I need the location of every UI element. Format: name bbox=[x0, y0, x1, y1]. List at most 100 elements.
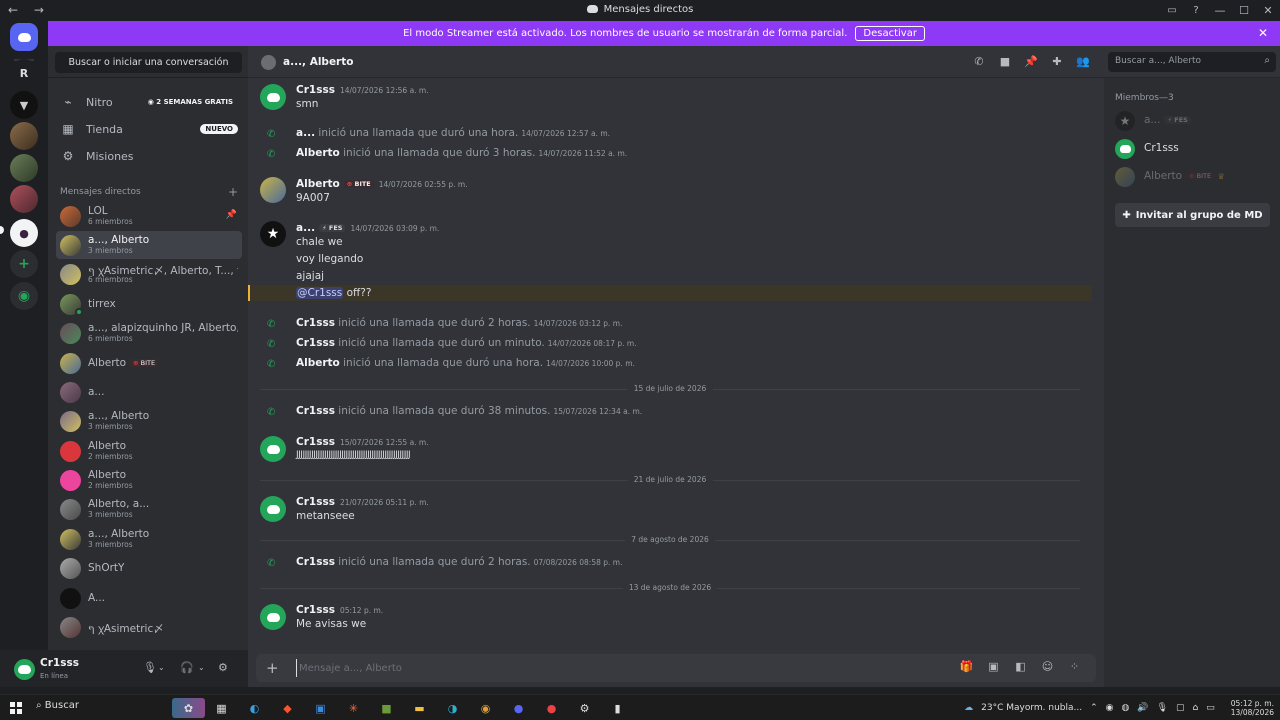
gift-icon[interactable]: 🎁 bbox=[953, 660, 980, 673]
weather-text[interactable]: 23°C Mayorm. nubla... bbox=[981, 703, 1082, 713]
message-input[interactable] bbox=[296, 659, 896, 677]
maximize-button[interactable]: ☐ bbox=[1232, 4, 1256, 17]
avatar[interactable] bbox=[260, 436, 286, 462]
headphones-icon[interactable]: 🎧 bbox=[180, 661, 194, 674]
nav-shop[interactable]: ▦ Tienda NUEVO bbox=[56, 118, 242, 140]
close-banner-icon[interactable]: ✕ bbox=[1258, 26, 1268, 40]
mic-options-chevron[interactable]: ⌄ bbox=[158, 663, 165, 672]
user-mention[interactable]: @Cr1sss bbox=[296, 287, 344, 299]
minimize-button[interactable]: — bbox=[1208, 4, 1232, 17]
server-icon[interactable] bbox=[10, 154, 38, 182]
edge-icon[interactable]: ◐ bbox=[238, 698, 271, 718]
close-window-button[interactable]: ✕ bbox=[1256, 4, 1280, 17]
avatar[interactable] bbox=[260, 496, 286, 522]
dm-item-active[interactable]: a..., Alberto 3 miembros bbox=[56, 231, 242, 259]
settings-gear-icon[interactable]: ⚙ bbox=[218, 661, 228, 674]
store-icon[interactable]: ▣ bbox=[304, 698, 337, 718]
battery-icon[interactable]: ▭ bbox=[1206, 703, 1215, 713]
server-r[interactable]: R bbox=[10, 59, 38, 87]
tray-app-icon[interactable]: ◉ bbox=[1106, 703, 1114, 713]
create-dm-icon[interactable]: + bbox=[228, 185, 238, 199]
taskbar-search[interactable]: ⌕ Buscar bbox=[36, 700, 79, 711]
weather-icon[interactable]: ☁ bbox=[964, 703, 973, 713]
dm-item[interactable]: a..., Alberto 3 miembros bbox=[56, 525, 242, 553]
voice-call-icon[interactable]: ✆ bbox=[966, 55, 992, 68]
find-conversation-button[interactable]: Buscar o iniciar una conversación bbox=[55, 52, 242, 73]
member-item[interactable]: ★ a... ⚡ FES bbox=[1112, 108, 1274, 134]
member-list-icon[interactable]: 👥 bbox=[1070, 55, 1096, 68]
gif-icon[interactable]: ▣ bbox=[980, 660, 1007, 673]
tray-app-icon[interactable]: ▢ bbox=[1176, 703, 1185, 713]
dm-item[interactable]: A... bbox=[56, 584, 242, 612]
edge-browser-icon[interactable]: ◑ bbox=[436, 698, 469, 718]
server-wolf[interactable]: ▼ bbox=[10, 91, 38, 119]
microphone-tray-icon[interactable]: 🎙 bbox=[1157, 703, 1168, 713]
help-icon[interactable]: ? bbox=[1184, 5, 1208, 16]
dm-item[interactable]: tirrex bbox=[56, 290, 242, 318]
app-icon[interactable]: ● bbox=[535, 698, 568, 718]
member-item[interactable]: Alberto ⊕ BITE ♛ bbox=[1112, 164, 1274, 190]
settings-icon[interactable]: ⚙ bbox=[568, 698, 601, 718]
file-explorer-icon[interactable]: ▬ bbox=[403, 698, 436, 718]
nav-quests[interactable]: ⚙ Misiones bbox=[56, 145, 242, 167]
pin-icon[interactable]: 📌 bbox=[1018, 55, 1044, 68]
minecraft-icon[interactable]: ■ bbox=[370, 698, 403, 718]
avatar[interactable] bbox=[260, 604, 286, 630]
server-icon[interactable] bbox=[10, 122, 38, 150]
audio-options-chevron[interactable]: ⌄ bbox=[198, 663, 205, 672]
add-server-button[interactable]: + bbox=[10, 250, 38, 278]
message-author[interactable]: Alberto ⊕ BITE 14/07/2026 02:55 p. m. bbox=[296, 178, 468, 190]
video-call-icon[interactable]: ■ bbox=[992, 55, 1018, 68]
microphone-icon[interactable]: 🎙 bbox=[143, 661, 157, 674]
dm-item[interactable]: Alberto 2 miembros bbox=[56, 437, 242, 465]
nav-nitro[interactable]: ⌁ Nitro ◉ 2 SEMANAS GRATIS bbox=[56, 91, 242, 113]
avatar[interactable] bbox=[260, 84, 286, 110]
dm-item[interactable]: ShOrtY bbox=[56, 554, 242, 582]
message-author[interactable]: Cr1sss 05:12 p. m. bbox=[296, 604, 383, 616]
message-author[interactable]: Cr1sss 14/07/2026 12:56 a. m. bbox=[296, 84, 429, 96]
sticker-icon[interactable]: ◧ bbox=[1007, 660, 1034, 673]
message-author[interactable]: Cr1sss 15/07/2026 12:55 a. m. bbox=[296, 436, 429, 448]
add-friends-icon[interactable]: ✚ bbox=[1044, 55, 1070, 68]
windows-start-icon[interactable] bbox=[10, 702, 22, 714]
deactivate-button[interactable]: Desactivar bbox=[855, 26, 925, 41]
tray-app-icon[interactable]: ◍ bbox=[1122, 703, 1130, 713]
brave-icon[interactable]: ◆ bbox=[271, 698, 304, 718]
message-list[interactable]: Cr1sss 14/07/2026 12:56 a. m. smn ✆ a... … bbox=[248, 78, 1104, 652]
dm-item[interactable]: Alberto 2 miembros bbox=[56, 466, 242, 494]
dm-item[interactable]: a..., alapizquinho JR, Alberto, a... 6 m… bbox=[56, 319, 242, 347]
server-icon[interactable]: ● bbox=[10, 219, 38, 247]
chrome-icon[interactable]: ◉ bbox=[469, 698, 502, 718]
network-icon[interactable]: ⌂ bbox=[1193, 703, 1199, 713]
epic-games-icon[interactable]: ▮ bbox=[601, 698, 634, 718]
apps-icon[interactable]: ⁘ bbox=[1061, 660, 1088, 673]
tray-chevron-icon[interactable]: ⌃ bbox=[1090, 703, 1098, 713]
dm-item[interactable]: a... bbox=[56, 378, 242, 406]
dm-item[interactable]: ף ꭓAsimetric〆 bbox=[56, 613, 242, 641]
dm-item[interactable]: Alberto, a... 3 miembros bbox=[56, 495, 242, 523]
clock[interactable]: 05:12 p. m. 13/08/2026 bbox=[1223, 699, 1274, 717]
discord-taskbar-icon[interactable]: ● bbox=[502, 698, 535, 718]
dm-item[interactable]: LOL 6 miembros 📌 bbox=[56, 202, 242, 230]
message-author[interactable]: a... ⚡ FES 14/07/2026 03:09 p. m. bbox=[296, 222, 439, 234]
dm-item[interactable]: ף ꭓAsimetric〆, Alberto, T..., ti... 6 mi… bbox=[56, 260, 242, 288]
server-icon[interactable] bbox=[10, 185, 38, 213]
message-author[interactable]: Cr1sss 21/07/2026 05:11 p. m. bbox=[296, 496, 429, 508]
user-avatar[interactable] bbox=[14, 659, 35, 680]
attach-plus-icon[interactable]: + bbox=[266, 659, 279, 677]
dm-item[interactable]: Alberto ⊕ BITE bbox=[56, 349, 242, 377]
app-icon[interactable]: ✳ bbox=[337, 698, 370, 718]
avatar[interactable] bbox=[260, 177, 286, 203]
avatar[interactable]: ★ bbox=[260, 221, 286, 247]
member-item[interactable]: Cr1sss bbox=[1112, 136, 1274, 162]
volume-icon[interactable]: 🔊 bbox=[1137, 703, 1148, 713]
home-button[interactable] bbox=[10, 23, 38, 51]
explore-button[interactable]: ◉ bbox=[10, 282, 38, 310]
emoji-icon[interactable]: ☺ bbox=[1034, 660, 1061, 673]
inbox-icon[interactable]: ▭ bbox=[1160, 5, 1184, 16]
dm-item[interactable]: a..., Alberto 3 miembros bbox=[56, 407, 242, 435]
widgets-icon[interactable]: ✿ bbox=[172, 698, 205, 718]
task-view-icon[interactable]: ▦ bbox=[205, 698, 238, 718]
invite-to-group-button[interactable]: ✚ Invitar al grupo de MD bbox=[1115, 203, 1270, 227]
search-input[interactable]: Buscar a..., Alberto ⌕ bbox=[1108, 52, 1276, 72]
